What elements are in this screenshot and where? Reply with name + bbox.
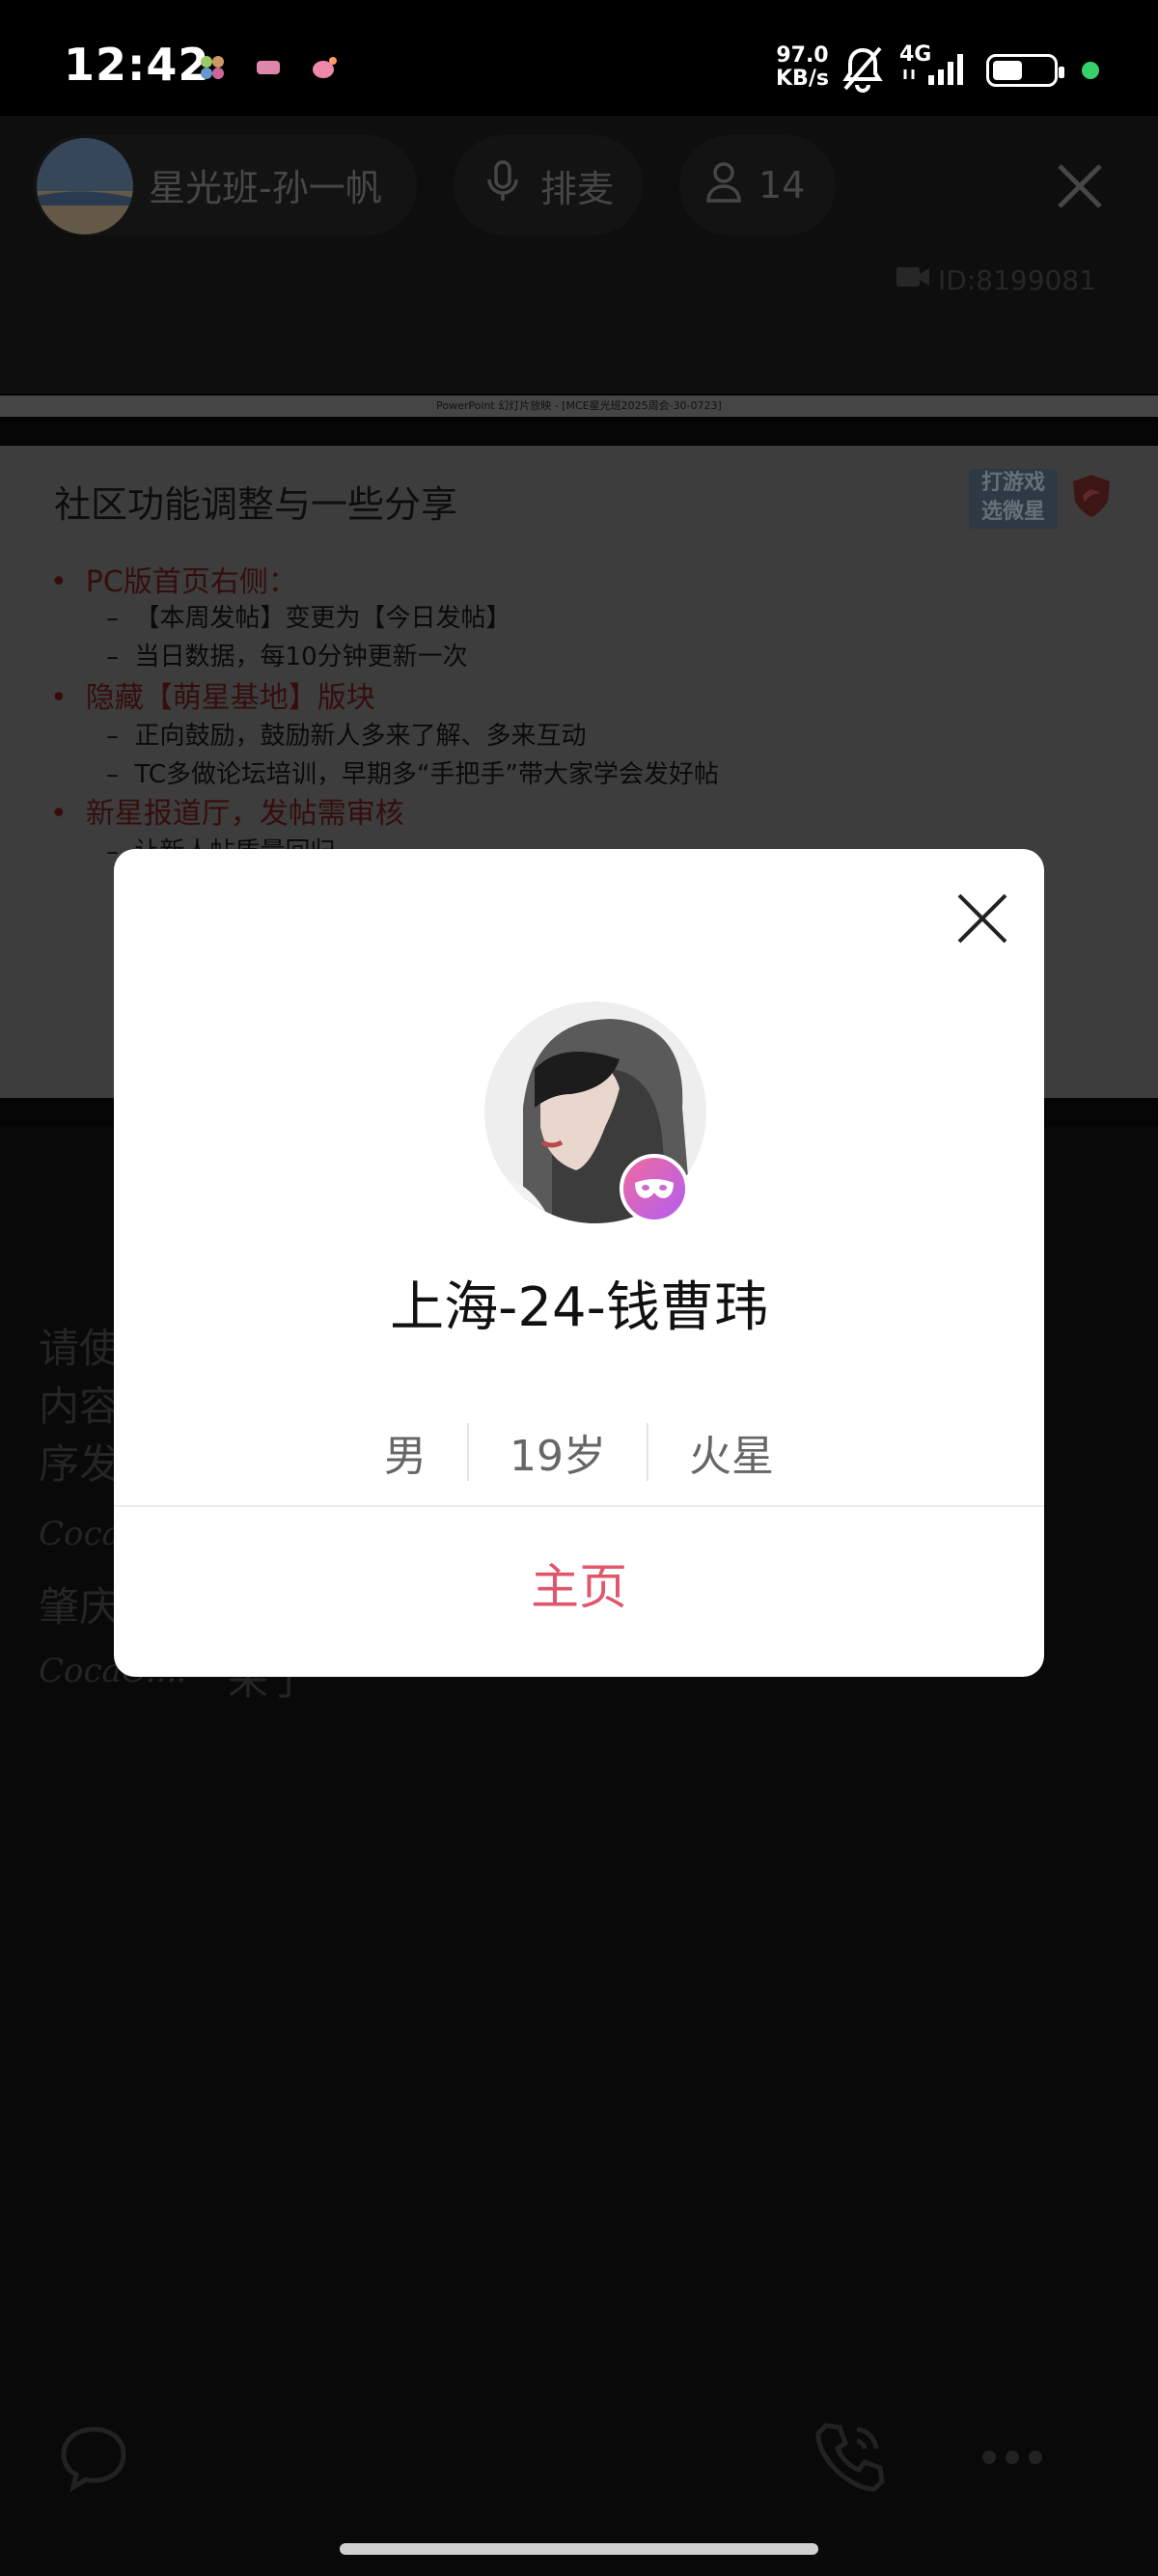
profile-age: 19岁: [510, 1432, 606, 1481]
mute-bell-icon: [841, 44, 884, 96]
weibo-icon: [311, 54, 340, 87]
profile-gender: 男: [384, 1432, 427, 1481]
status-bar: 12:42 97.0 KB/s 4G: [0, 0, 1158, 116]
anonymous-mask-badge-icon: [620, 1154, 689, 1223]
profile-info-row: 男 19岁 火星: [114, 1418, 1044, 1486]
profile-zodiac: 火星: [689, 1432, 774, 1481]
home-indicator[interactable]: [340, 2543, 818, 2555]
app-notification-icon: [255, 54, 282, 87]
network-speed: 97.0 KB/s: [776, 43, 829, 91]
battery-icon: [986, 54, 1064, 87]
profile-name: 上海-24-钱曹玮: [390, 1276, 768, 1339]
homepage-button[interactable]: 主页: [114, 1524, 1044, 1650]
app-notification-icon: [199, 54, 226, 87]
status-time: 12:42: [64, 39, 210, 91]
user-profile-card: 上海-24-钱曹玮 男 19岁 火星 主页: [114, 849, 1044, 1677]
close-icon[interactable]: [955, 891, 1009, 945]
privacy-indicator-dot: [1082, 62, 1099, 79]
divider: [114, 1505, 1044, 1507]
